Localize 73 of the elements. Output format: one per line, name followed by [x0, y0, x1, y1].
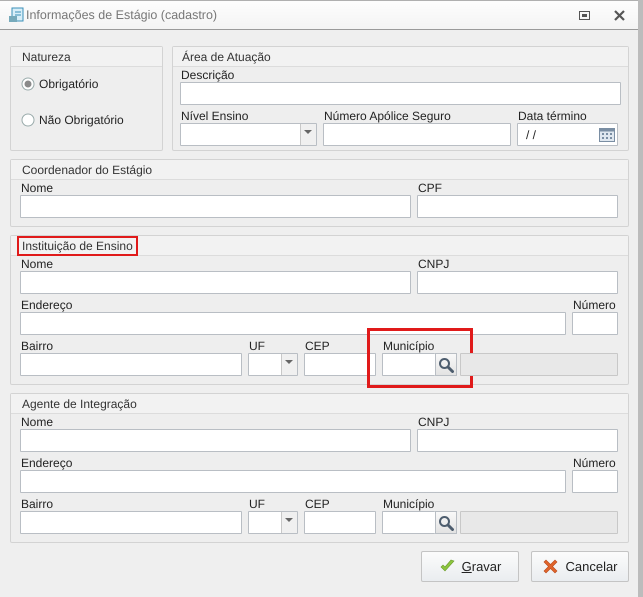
date-value: / / [526, 128, 538, 142]
input-field[interactable] [417, 195, 618, 218]
radio-button[interactable] [21, 113, 35, 127]
input-field[interactable] [572, 312, 618, 335]
group-title: Instituição de Ensino [17, 236, 138, 256]
date-field[interactable]: / / [517, 123, 618, 146]
radio-button[interactable] [21, 77, 35, 91]
field-label: Data término [517, 109, 588, 123]
input-field[interactable] [304, 353, 376, 376]
field-label: Nome [20, 181, 54, 195]
group-title: Coordenador do Estágio [21, 162, 154, 178]
app-icon [8, 7, 24, 23]
close-button[interactable] [613, 8, 626, 22]
field-label: Descrição [180, 68, 236, 82]
field-label: Município [382, 497, 436, 511]
cancel-button[interactable]: Cancelar [531, 551, 629, 582]
caret-icon [300, 124, 316, 145]
input-field[interactable] [304, 511, 376, 534]
x-icon [542, 558, 560, 575]
input-field[interactable] [20, 470, 566, 493]
input-field[interactable] [323, 123, 511, 146]
field-label: CPF [417, 181, 443, 195]
window-title: Informações de Estágio (cadastro) [26, 8, 218, 22]
group-title: Área de Atuação [181, 48, 272, 66]
field-label: UF [248, 497, 266, 511]
group-title: Natureza [21, 48, 72, 66]
group-title: Agente de Integração [21, 396, 138, 412]
field-label: CEP [304, 339, 331, 353]
input-field[interactable] [417, 429, 618, 452]
field-label: Número Apólice Seguro [323, 109, 452, 123]
restore-button[interactable] [578, 8, 591, 22]
save-button[interactable]: Gravar [421, 551, 519, 582]
field-label: Número [572, 456, 617, 470]
field-label: Endereço [20, 456, 74, 470]
field-label: CNPJ [417, 415, 450, 429]
radio-option[interactable]: Obrigatório [21, 77, 98, 91]
dropdown[interactable] [180, 123, 317, 146]
field-label: Bairro [20, 497, 54, 511]
field-label: Número [572, 298, 617, 312]
input-field[interactable] [20, 511, 242, 534]
button-label: Cancelar [565, 559, 618, 574]
field-label: Bairro [20, 339, 54, 353]
input-field[interactable] [417, 271, 618, 294]
input-field[interactable] [382, 353, 435, 376]
input-field[interactable] [382, 511, 435, 534]
calendar-icon[interactable] [598, 126, 616, 144]
caret-icon [281, 512, 297, 533]
search-icon [438, 356, 454, 372]
radio-option[interactable]: Não Obrigatório [21, 113, 124, 127]
search-button[interactable] [435, 511, 457, 534]
input-field[interactable] [20, 353, 242, 376]
input-field[interactable] [180, 82, 621, 105]
button-label: Gravar [462, 559, 502, 574]
search-icon [438, 514, 454, 530]
radio-label: Não Obrigatório [39, 113, 124, 127]
field-label: Município [382, 339, 436, 353]
input-field[interactable] [20, 312, 566, 335]
field-label: Nome [20, 415, 54, 429]
field-label: UF [248, 339, 266, 353]
input-field[interactable] [20, 195, 411, 218]
field-label: Nível Ensino [180, 109, 250, 123]
input-field[interactable] [20, 271, 411, 294]
field-label: CEP [304, 497, 331, 511]
field-label: CNPJ [417, 257, 450, 271]
input-field[interactable] [572, 470, 618, 493]
field-label: Nome [20, 257, 54, 271]
input-field[interactable] [20, 429, 411, 452]
caret-icon [281, 354, 297, 375]
dropdown[interactable] [248, 353, 298, 376]
search-button[interactable] [435, 353, 457, 376]
dropdown[interactable] [248, 511, 298, 534]
field-label: Endereço [20, 298, 74, 312]
radio-label: Obrigatório [39, 77, 98, 91]
